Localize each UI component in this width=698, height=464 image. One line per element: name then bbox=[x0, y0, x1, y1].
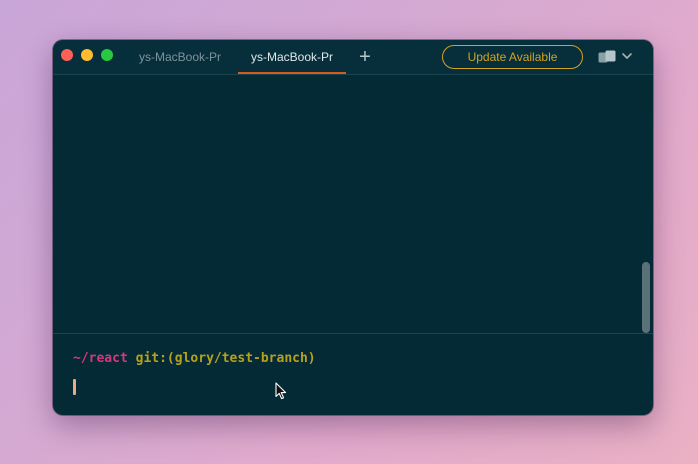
prompt-directory: ~/react bbox=[73, 351, 128, 366]
new-tab-button[interactable]: + bbox=[355, 46, 375, 68]
tab-1[interactable]: ys-MacBook-Pr bbox=[126, 40, 234, 74]
update-available-button[interactable]: Update Available bbox=[442, 45, 583, 69]
maximize-icon[interactable] bbox=[101, 49, 113, 61]
title-bar: ys-MacBook-Pr ys-MacBook-Pr + Update Ava… bbox=[53, 40, 653, 75]
prompt-git-branch: git:(glory/test-branch) bbox=[135, 351, 316, 366]
chevron-down-icon[interactable] bbox=[622, 52, 632, 60]
terminal-window: ys-MacBook-Pr ys-MacBook-Pr + Update Ava… bbox=[53, 40, 653, 415]
pane-divider bbox=[53, 333, 653, 334]
mouse-pointer-icon bbox=[275, 382, 287, 400]
layout-icon[interactable] bbox=[598, 50, 616, 63]
minimize-icon[interactable] bbox=[81, 49, 93, 61]
terminal-area[interactable]: ~/react git:(glory/test-branch) bbox=[53, 75, 653, 415]
close-icon[interactable] bbox=[61, 49, 73, 61]
tab-2-active[interactable]: ys-MacBook-Pr bbox=[238, 40, 346, 74]
text-cursor bbox=[73, 379, 76, 395]
scrollbar[interactable] bbox=[642, 262, 650, 333]
shell-prompt: ~/react git:(glory/test-branch) bbox=[73, 351, 316, 366]
